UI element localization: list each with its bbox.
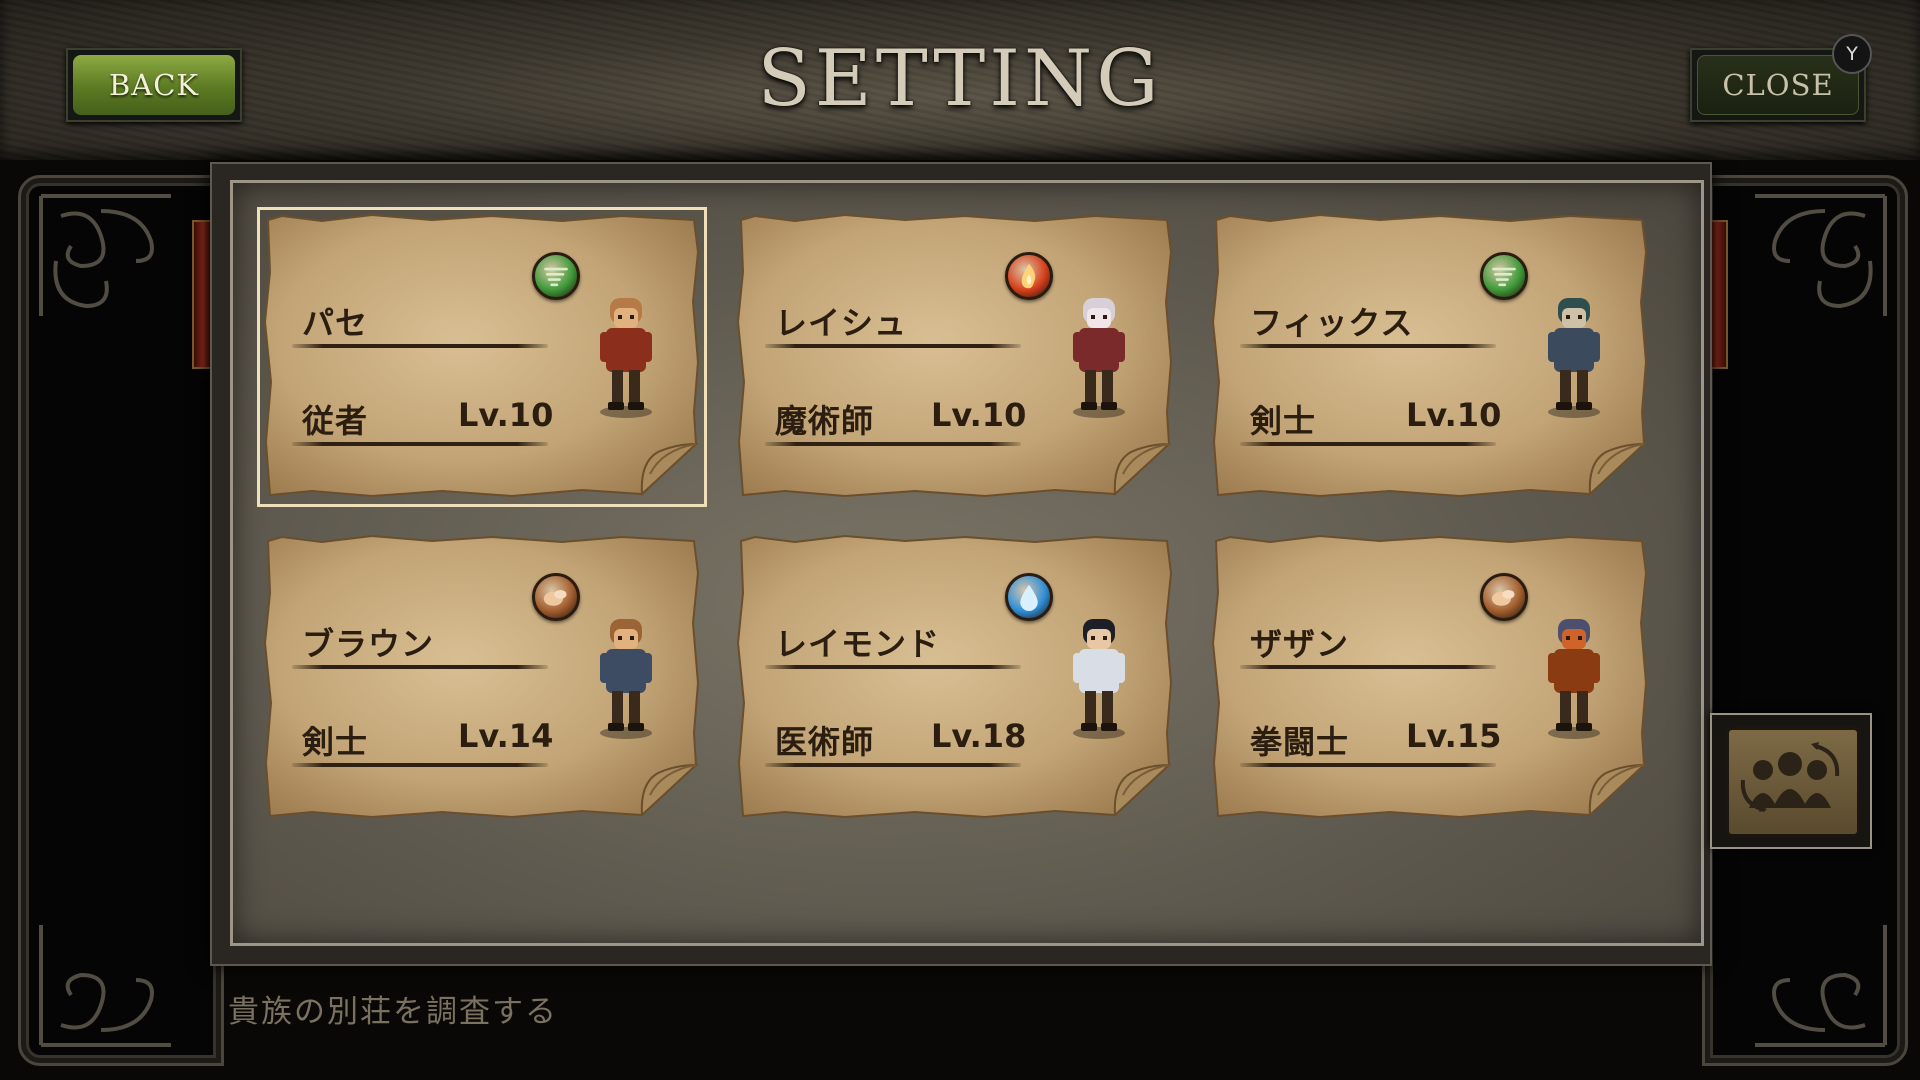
divider [765, 442, 1021, 446]
member-job: 魔術師 [775, 402, 875, 440]
wind-icon [532, 252, 580, 300]
back-button[interactable]: BACK [73, 55, 235, 115]
member-name: パセ [302, 304, 369, 342]
scroll-ornament-icon [1755, 925, 1887, 1047]
divider [765, 763, 1021, 767]
divider [292, 442, 548, 446]
fire-icon [1005, 252, 1053, 300]
wind-icon [1480, 252, 1528, 300]
earth-icon [532, 573, 580, 621]
member-job: 従者 [302, 402, 369, 440]
member-name: フィックス [1250, 304, 1414, 342]
party-member-card[interactable]: パセ 従者 Lv.10 [257, 207, 707, 507]
member-job: 剣士 [1250, 402, 1317, 440]
member-job: 医術師 [775, 723, 875, 761]
member-level: Lv.14 [458, 717, 554, 755]
member-level: Lv.18 [931, 717, 1027, 755]
character-sprite [600, 619, 652, 739]
party-member-card[interactable]: ザザン 拳闘士 Lv.15 [1210, 533, 1650, 823]
party-member-card[interactable]: フィックス 剣士 Lv.10 [1210, 212, 1650, 502]
divider [1240, 763, 1496, 767]
party-member-card[interactable]: レイモンド 医術師 Lv.18 [735, 533, 1175, 823]
character-sprite [600, 298, 652, 418]
page-title: SETTING [757, 34, 1163, 124]
objective-text: 貴族の別荘を調査する [228, 994, 558, 1030]
scroll-ornament-icon [39, 194, 171, 316]
divider [292, 665, 548, 669]
member-job: 剣士 [302, 723, 369, 761]
y-shortcut-badge: Y [1832, 34, 1872, 74]
member-level: Lv.10 [1406, 396, 1502, 434]
divider [765, 665, 1021, 669]
water-icon [1005, 573, 1053, 621]
member-level: Lv.10 [931, 396, 1027, 434]
member-name: レイシュ [775, 304, 908, 342]
divider [765, 344, 1021, 348]
divider [1240, 442, 1496, 446]
member-name: レイモンド [775, 625, 941, 663]
party-swap-icon [1740, 742, 1840, 812]
right-ornate-panel [1702, 175, 1908, 1066]
earth-icon [1480, 573, 1528, 621]
character-sprite [1548, 298, 1600, 418]
member-name: ザザン [1250, 625, 1350, 663]
member-level: Lv.10 [458, 396, 554, 434]
party-swap-frame [1710, 713, 1872, 849]
character-sprite [1073, 619, 1125, 739]
party-swap-button[interactable] [1726, 727, 1860, 837]
divider [1240, 665, 1496, 669]
scroll-ornament-icon [1755, 194, 1887, 316]
character-sprite [1548, 619, 1600, 739]
back-button-frame: BACK [66, 48, 242, 122]
member-level: Lv.15 [1406, 717, 1502, 755]
divider [292, 763, 548, 767]
member-job: 拳闘士 [1250, 723, 1350, 761]
party-member-card[interactable]: ブラウン 剣士 Lv.14 [262, 533, 702, 823]
member-name: ブラウン [302, 625, 435, 663]
character-sprite [1073, 298, 1125, 418]
party-member-card[interactable]: レイシュ 魔術師 Lv.10 [735, 212, 1175, 502]
divider [292, 344, 548, 348]
scroll-ornament-icon [39, 925, 171, 1047]
divider [1240, 344, 1496, 348]
